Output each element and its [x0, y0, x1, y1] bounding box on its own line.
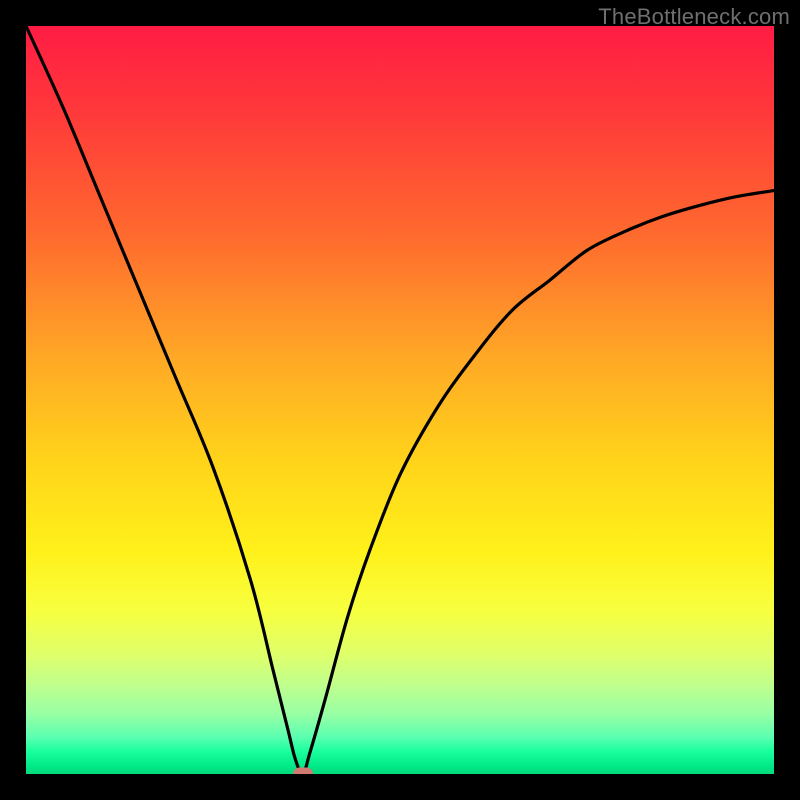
watermark-text: TheBottleneck.com	[598, 4, 790, 30]
chart-stage: TheBottleneck.com	[0, 0, 800, 800]
minimum-marker	[293, 768, 313, 775]
plot-area	[26, 26, 774, 774]
bottleneck-curve	[26, 26, 774, 774]
